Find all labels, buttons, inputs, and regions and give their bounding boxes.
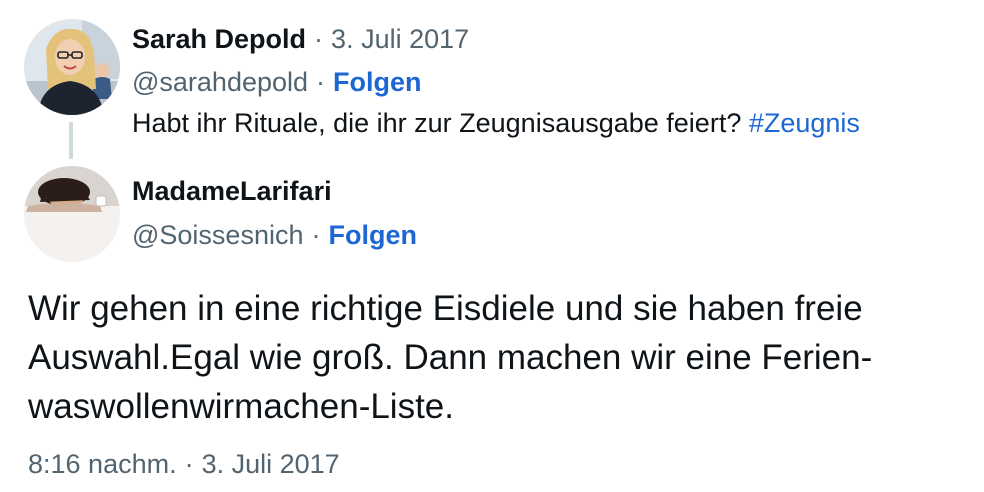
reply-tweet-body: Wir gehen in eine richtige Eisdiele und … bbox=[28, 284, 968, 431]
separator-dot: · bbox=[316, 67, 326, 97]
reply-text-line: Wir gehen in eine richtige Eisdiele und … bbox=[28, 289, 863, 328]
thread-connector-line bbox=[69, 122, 73, 159]
reply-author-name[interactable]: MadameLarifari bbox=[132, 176, 332, 206]
reply-tweet-timestamp[interactable]: 8:16 nachm. · 3. Juli 2017 bbox=[28, 449, 340, 480]
profile-photo-icon bbox=[24, 19, 120, 115]
sarah-depold-avatar[interactable] bbox=[24, 19, 120, 115]
profile-photo-icon bbox=[24, 166, 120, 262]
hashtag-link[interactable]: #Zeugnis bbox=[749, 108, 860, 138]
separator-dot: · bbox=[311, 220, 321, 250]
parent-author-name[interactable]: Sarah Depold bbox=[132, 24, 306, 54]
reply-author-handle[interactable]: @Soissesnich bbox=[132, 220, 303, 250]
reply-tweet-handle-row: @Soissesnich · Folgen bbox=[132, 220, 417, 251]
parent-tweet-body: Habt ihr Rituale, die ihr zur Zeugnisaus… bbox=[132, 108, 742, 138]
reply-tweet-time: 8:16 nachm. bbox=[28, 449, 177, 479]
reply-text-line: waswollenwirmachen-Liste. bbox=[28, 387, 454, 426]
reply-tweet-header: MadameLarifari bbox=[132, 176, 332, 207]
parent-author-handle[interactable]: @sarahdepold bbox=[132, 67, 308, 97]
reply-follow-button[interactable]: Folgen bbox=[328, 220, 417, 250]
parent-tweet-date[interactable]: 3. Juli 2017 bbox=[331, 24, 469, 54]
parent-tweet-header: Sarah Depold · 3. Juli 2017 bbox=[132, 24, 469, 55]
madamelarifari-avatar[interactable] bbox=[24, 166, 120, 262]
parent-tweet-handle-row: @sarahdepold · Folgen bbox=[132, 67, 422, 98]
reply-text-line: Auswahl.Egal wie groß. Dann machen wir e… bbox=[28, 338, 873, 377]
separator-dot: · bbox=[314, 24, 324, 54]
parent-tweet-text: Habt ihr Rituale, die ihr zur Zeugnisaus… bbox=[132, 108, 860, 139]
reply-tweet-date: 3. Juli 2017 bbox=[201, 449, 340, 479]
parent-follow-button[interactable]: Folgen bbox=[333, 67, 422, 97]
separator-dot: · bbox=[184, 449, 194, 479]
